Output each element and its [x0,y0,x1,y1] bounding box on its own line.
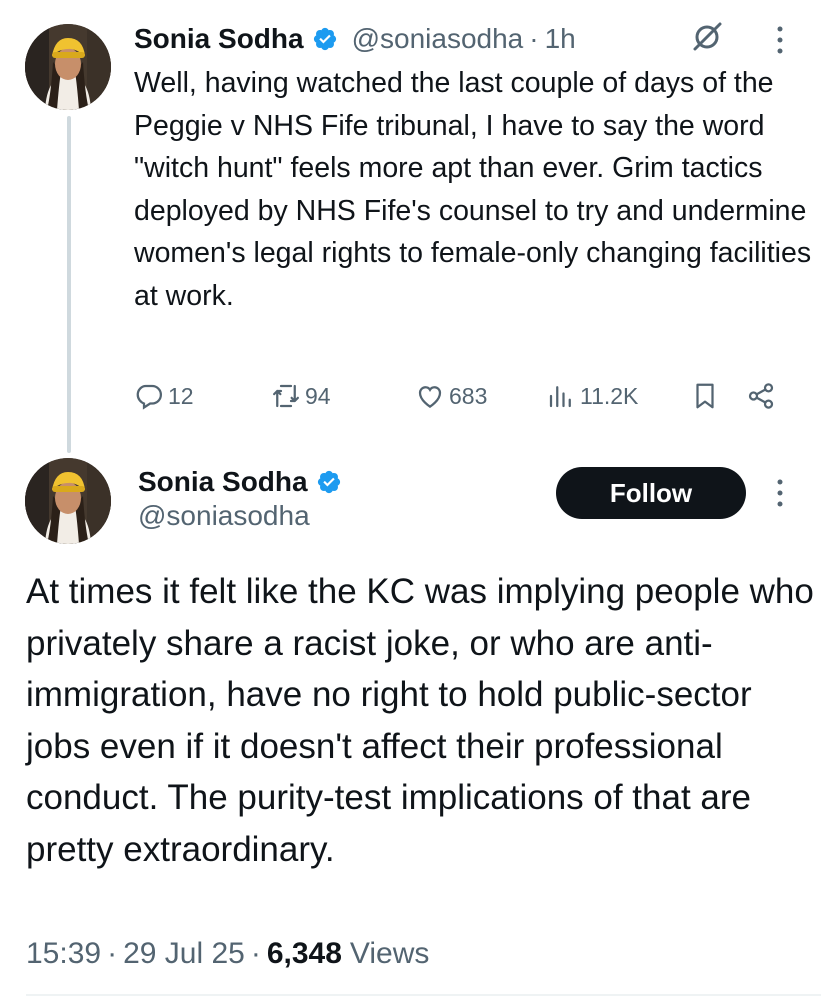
tweet-metadata: 15:39 · 29 Jul 25 · 6,348 Views [26,932,429,976]
reply-count: 12 [168,382,194,409]
like-icon [418,386,442,408]
like-button[interactable]: 683 [415,376,487,416]
tweet-page: Sonia Sodha @soniasodha · 1h Well, havin… [0,0,821,1000]
avatar-photo [25,24,111,110]
separator: · [529,23,539,54]
bookmark-button[interactable] [690,376,720,416]
main-tweet-header: Sonia Sodha [138,462,342,502]
avatar[interactable] [25,458,111,544]
bookmark-icon [696,383,714,409]
views-count: 11.2K [580,382,639,409]
repost-button[interactable]: 94 [271,376,331,416]
views-button[interactable]: 11.2K [546,376,638,416]
author-handle[interactable]: @soniasodha [138,500,310,532]
author-handle[interactable]: @soniasodha [352,23,524,55]
repost-icon [273,384,299,408]
author-name[interactable]: Sonia Sodha [134,23,304,55]
avatar[interactable] [25,24,111,110]
more-icon[interactable] [775,24,785,56]
views-label: Views [349,937,430,970]
author-name[interactable]: Sonia Sodha [138,466,308,498]
grok-icon[interactable] [690,20,724,54]
divider [26,994,821,996]
tweet-time[interactable]: 1h [545,23,576,55]
main-tweet-text: At times it felt like the KC was implyin… [26,572,814,869]
reply-icon [136,384,163,410]
verified-badge-icon [317,470,340,494]
thread-line [67,116,71,453]
views-count: 6,348 [266,937,342,970]
share-button[interactable] [746,376,776,416]
tweet-time[interactable]: 15:39 [26,937,101,971]
views-icon [549,386,571,408]
tweet-date[interactable]: 29 Jul 25 [123,937,245,971]
share-icon [748,383,774,409]
reply-button[interactable]: 12 [134,376,194,416]
separator: · [107,937,118,970]
more-icon[interactable] [775,477,785,509]
separator: · [250,937,261,970]
avatar-photo [25,458,111,544]
verified-badge-icon [313,27,336,51]
quoted-tweet-text: Well, having watched the last couple of … [134,67,812,312]
follow-button[interactable]: Follow [556,467,746,519]
repost-count: 94 [305,382,331,409]
like-count: 683 [449,382,488,409]
